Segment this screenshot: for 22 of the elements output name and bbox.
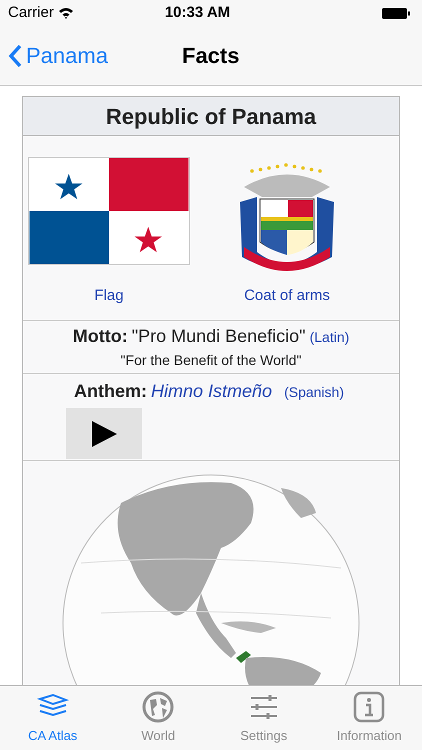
status-time: 10:33 AM (164, 2, 230, 23)
wifi-icon (58, 7, 74, 19)
back-button[interactable]: Panama (0, 39, 108, 72)
image-caption-link[interactable]: Coat of arms (244, 285, 330, 308)
nav-title: Facts (182, 42, 240, 70)
tab-bar-item[interactable]: CA Atlas (0, 686, 106, 750)
image-caption-link[interactable]: Flag (94, 285, 124, 308)
card-title: Republic of Panama (106, 102, 316, 131)
anthem-label: Anthem: (74, 380, 148, 403)
language-link[interactable]: (Latin) (310, 327, 350, 348)
motto-text: "Pro Mundi Beneficio" (132, 325, 306, 348)
carrier-label: Carrier (8, 2, 54, 23)
motto-label: Motto: (72, 325, 128, 348)
play-icon (90, 420, 118, 448)
language-link[interactable]: (Spanish) (284, 382, 344, 403)
globe-icon (141, 690, 176, 724)
anthem-link[interactable]: Himno Istmeño (151, 378, 272, 405)
info-icon (352, 690, 386, 724)
chevron-left-icon (8, 44, 22, 68)
play-button[interactable] (66, 408, 142, 459)
battery-icon (382, 8, 410, 18)
motto-translation: "For the Benefit of the World" (120, 351, 302, 370)
